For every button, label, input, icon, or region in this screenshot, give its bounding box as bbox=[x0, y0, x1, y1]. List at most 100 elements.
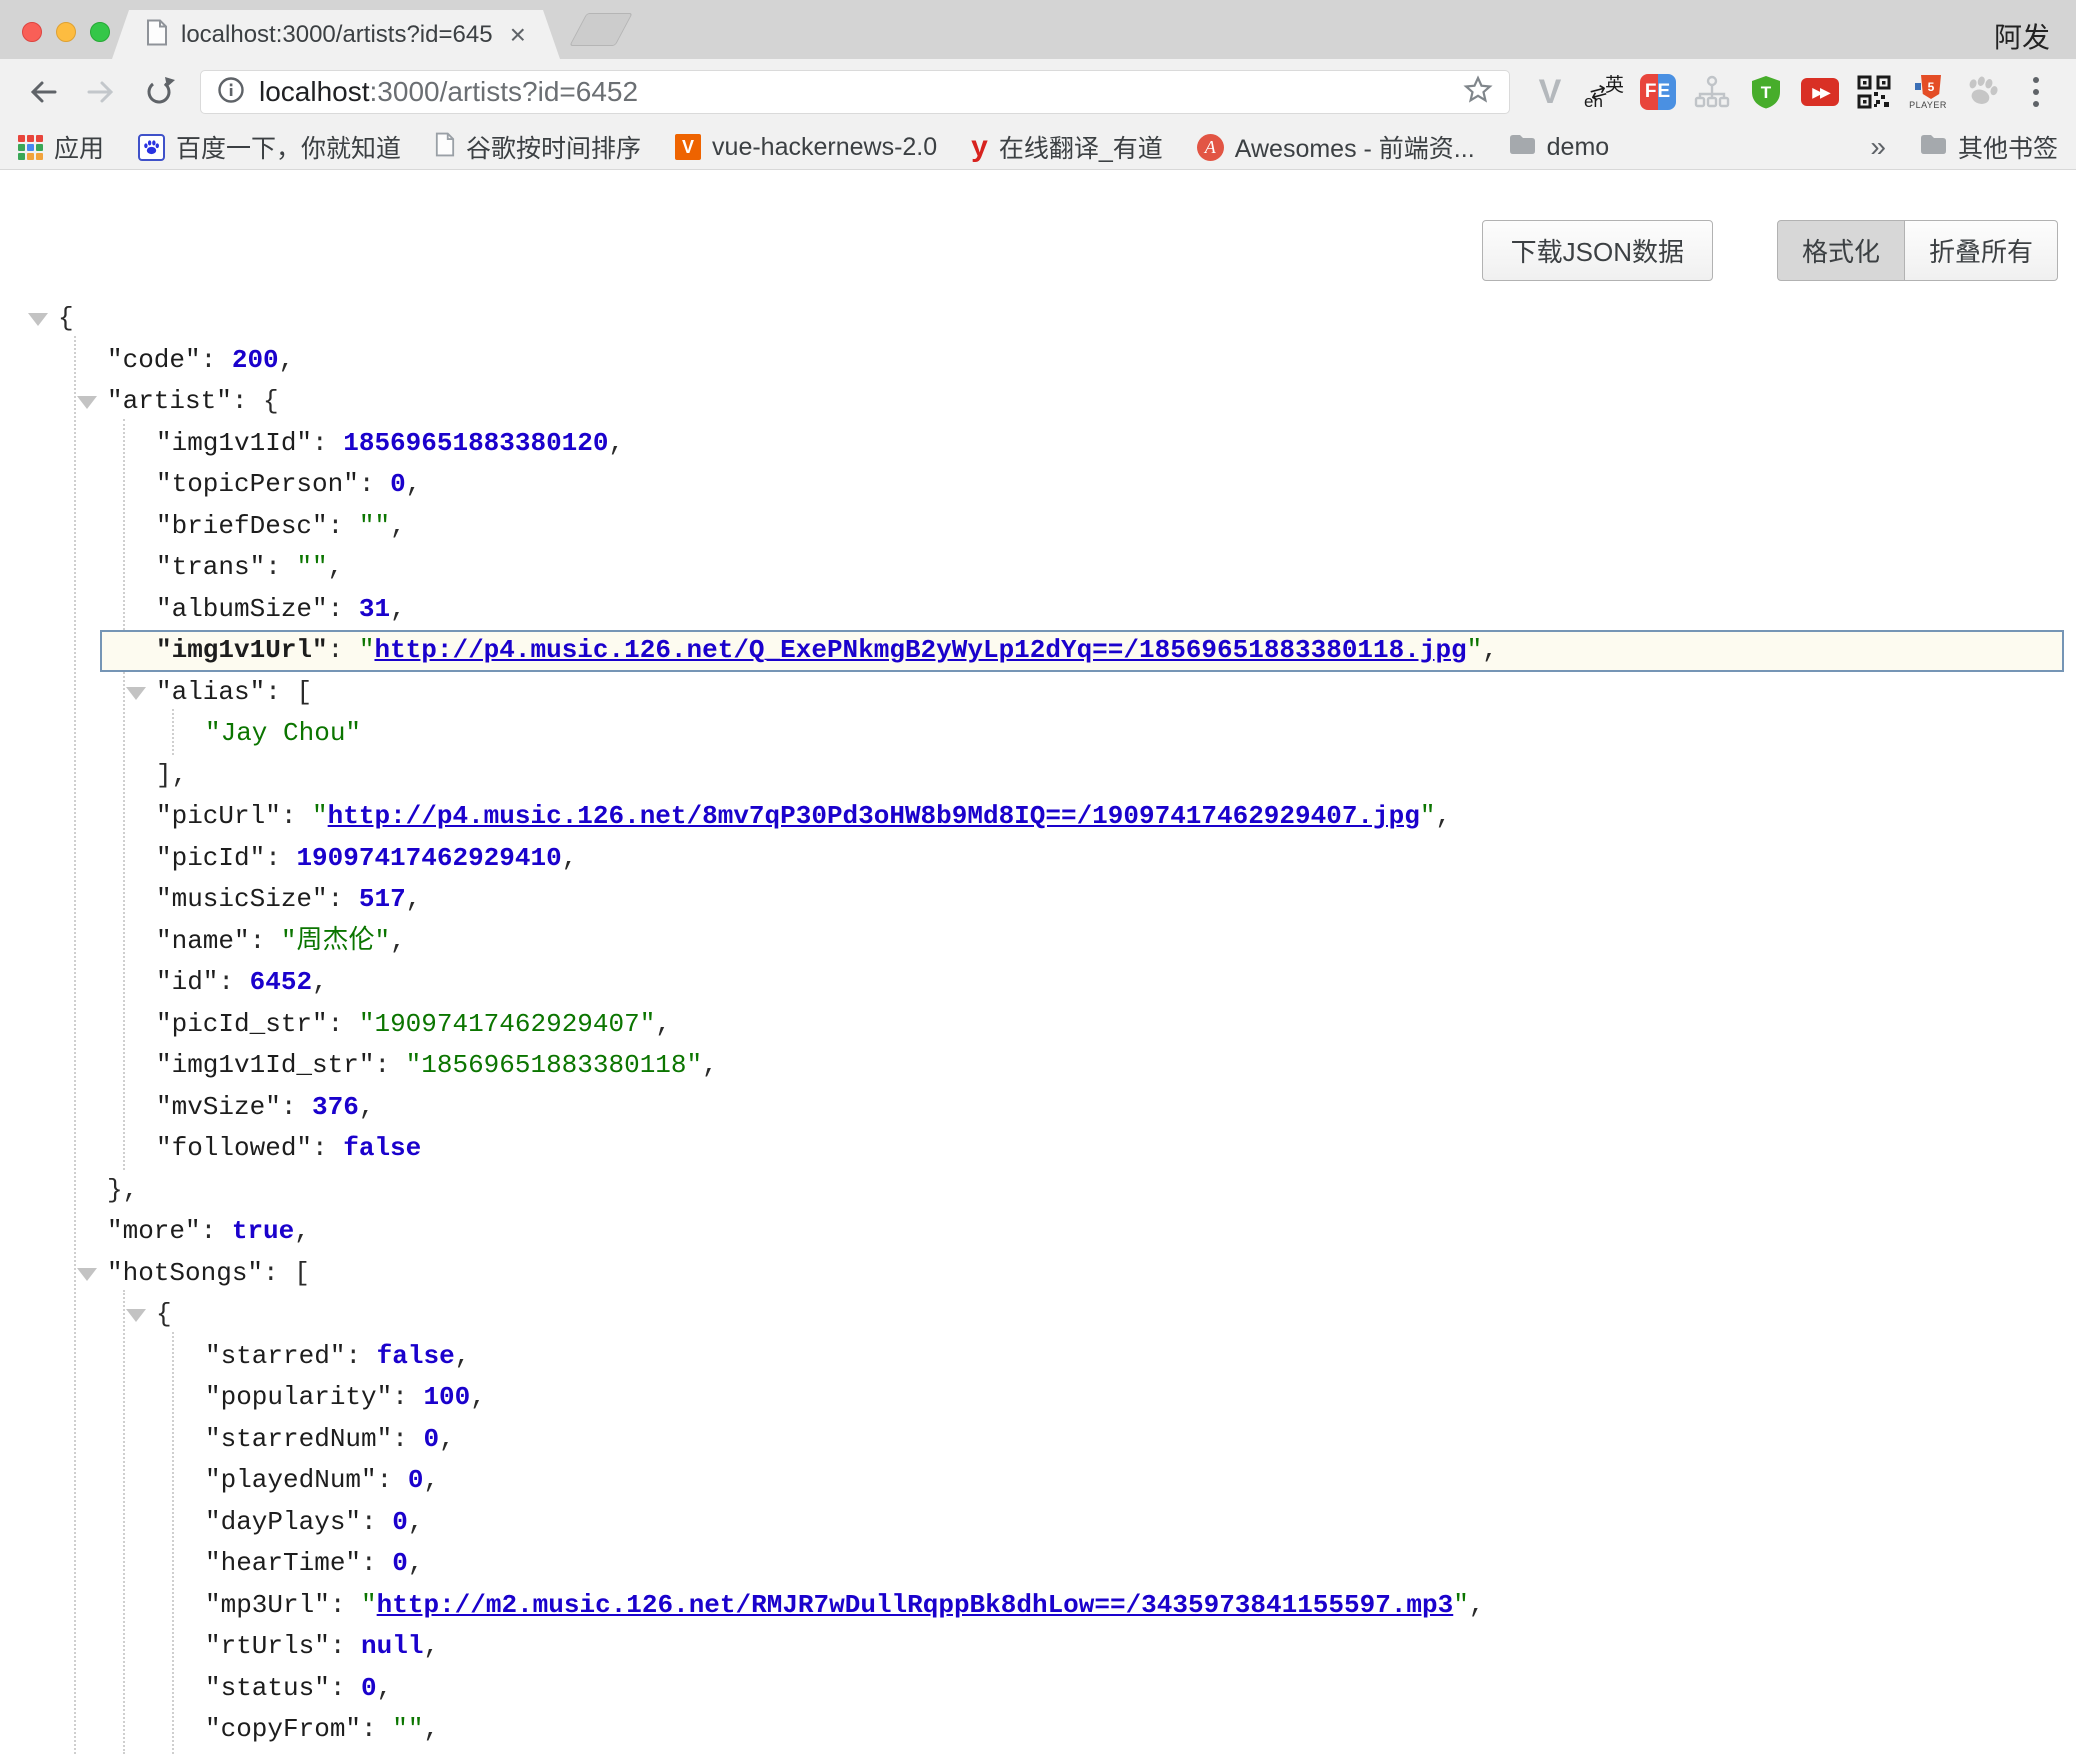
json-punc: , bbox=[406, 884, 422, 914]
reload-button[interactable] bbox=[134, 67, 184, 117]
json-key: "name" bbox=[156, 926, 250, 956]
collapse-triangle-icon[interactable] bbox=[28, 313, 48, 326]
json-row: "more": true, bbox=[0, 1211, 2076, 1253]
json-punc: , bbox=[702, 1050, 718, 1080]
json-punc: : bbox=[374, 1050, 405, 1080]
json-link-value[interactable]: http://m2.music.126.net/RMJR7wDullRqppBk… bbox=[377, 1590, 1454, 1620]
bookmarks-overflow-chevron[interactable]: » bbox=[1870, 131, 1886, 163]
json-key: "img1v1Id_str" bbox=[156, 1050, 374, 1080]
json-punc: : bbox=[312, 1133, 343, 1163]
json-row: "Jay Chou" bbox=[0, 713, 2076, 755]
bookmark-star-icon[interactable] bbox=[1463, 75, 1493, 110]
profile-name[interactable]: 阿发 bbox=[1994, 16, 2050, 56]
json-value: 376 bbox=[312, 1092, 359, 1122]
json-row: "starredNum": 0, bbox=[0, 1419, 2076, 1461]
json-key: "artist" bbox=[107, 386, 232, 416]
browser-tab[interactable]: localhost:3000/artists?id=645 × bbox=[112, 10, 560, 59]
json-punc: : bbox=[328, 635, 359, 665]
view-mode-segment: 格式化 折叠所有 bbox=[1777, 220, 2058, 281]
bookmarks-bar: 应用 百度一下，你就知道 谷歌按时间排序 V vue-hackernews-2.… bbox=[0, 125, 2076, 170]
bookmark-demo-folder[interactable]: demo bbox=[1509, 133, 1610, 162]
json-str: " bbox=[1420, 801, 1436, 831]
json-punc: : bbox=[359, 469, 390, 499]
forward-button[interactable] bbox=[76, 67, 126, 117]
json-row: "popularity": 100, bbox=[0, 1377, 2076, 1419]
format-button[interactable]: 格式化 bbox=[1777, 220, 1905, 281]
url-text[interactable]: localhost:3000/artists?id=6452 bbox=[259, 76, 1449, 108]
json-key: "code" bbox=[107, 345, 201, 375]
browser-menu-icon[interactable] bbox=[2014, 70, 2058, 114]
vue-devtools-icon[interactable]: V bbox=[1528, 70, 1572, 114]
json-punc: : bbox=[265, 677, 296, 707]
json-key: "mp3Url" bbox=[205, 1590, 330, 1620]
back-button[interactable] bbox=[18, 67, 68, 117]
folder-icon bbox=[1920, 134, 1947, 160]
json-punc: , bbox=[406, 469, 422, 499]
bookmark-youdao[interactable]: y 在线翻译_有道 bbox=[971, 129, 1163, 165]
json-row: "rtUrls": null, bbox=[0, 1626, 2076, 1668]
qr-code-icon[interactable] bbox=[1852, 70, 1896, 114]
json-value: "18569651883380118" bbox=[406, 1050, 702, 1080]
json-punc: : bbox=[312, 428, 343, 458]
collapse-triangle-icon[interactable] bbox=[126, 687, 146, 700]
json-value: "" bbox=[392, 1714, 423, 1744]
tampermonkey-icon[interactable]: T bbox=[1744, 70, 1788, 114]
translator-icon[interactable]: 英 en ⇄ bbox=[1582, 70, 1626, 114]
new-tab-button[interactable] bbox=[569, 13, 633, 46]
json-key: "followed" bbox=[156, 1133, 312, 1163]
fe-helper-icon[interactable]: FE bbox=[1636, 70, 1680, 114]
json-link-value[interactable]: http://p4.music.126.net/8mv7qP30Pd3oHW8b… bbox=[328, 801, 1420, 831]
other-bookmarks[interactable]: 其他书签 bbox=[1920, 129, 2058, 165]
collapse-all-button[interactable]: 折叠所有 bbox=[1905, 220, 2058, 281]
bookmark-vue-hackernews[interactable]: V vue-hackernews-2.0 bbox=[675, 133, 937, 162]
minimize-window-button[interactable] bbox=[56, 22, 76, 42]
bookmark-google-sort[interactable]: 谷歌按时间排序 bbox=[435, 129, 641, 165]
json-punc: { bbox=[156, 1299, 172, 1329]
collapse-triangle-icon[interactable] bbox=[77, 396, 97, 409]
json-row: "copyFrom": "", bbox=[0, 1709, 2076, 1751]
json-key: "topicPerson" bbox=[156, 469, 359, 499]
json-key: "picId" bbox=[156, 843, 265, 873]
sitemap-icon[interactable] bbox=[1690, 70, 1734, 114]
json-punc: , bbox=[423, 1465, 439, 1495]
json-row: "img1v1Id_str": "18569651883380118", bbox=[0, 1045, 2076, 1087]
browser-toolbar: localhost:3000/artists?id=6452 V 英 en ⇄ … bbox=[0, 59, 2076, 125]
close-window-button[interactable] bbox=[22, 22, 42, 42]
video-speed-icon[interactable]: ▶▶ bbox=[1798, 70, 1842, 114]
json-punc: , bbox=[390, 511, 406, 541]
json-link-value[interactable]: http://p4.music.126.net/Q_ExePNkmgB2yWyL… bbox=[374, 635, 1466, 665]
json-row: "artist": { bbox=[0, 381, 2076, 423]
json-key: "img1v1Id" bbox=[156, 428, 312, 458]
json-value: "" bbox=[359, 511, 390, 541]
json-punc: , bbox=[655, 1009, 671, 1039]
json-punc: : bbox=[281, 801, 312, 831]
tab-close-icon[interactable]: × bbox=[510, 21, 526, 49]
site-info-icon[interactable] bbox=[217, 76, 245, 109]
bookmark-awesomes[interactable]: A Awesomes - 前端资... bbox=[1197, 129, 1475, 165]
bookmark-baidu[interactable]: 百度一下，你就知道 bbox=[138, 129, 401, 165]
paw-icon[interactable] bbox=[1960, 70, 2004, 114]
url-field[interactable]: localhost:3000/artists?id=6452 bbox=[200, 70, 1510, 114]
download-json-button[interactable]: 下载JSON数据 bbox=[1482, 220, 1713, 281]
collapse-triangle-icon[interactable] bbox=[77, 1268, 97, 1281]
json-view-actions: 下载JSON数据 格式化 折叠所有 bbox=[1482, 220, 2058, 281]
html5-player-icon[interactable]: 5 PLAYER bbox=[1906, 70, 1950, 114]
json-punc: , bbox=[279, 345, 295, 375]
json-punc: : bbox=[330, 1590, 361, 1620]
fullscreen-window-button[interactable] bbox=[90, 22, 110, 42]
json-value: 6452 bbox=[250, 967, 312, 997]
json-punc: , bbox=[423, 1714, 439, 1744]
json-key: "albumSize" bbox=[156, 594, 328, 624]
json-key: "mvSize" bbox=[156, 1092, 281, 1122]
json-tree: {"code": 200,"artist": {"img1v1Id": 1856… bbox=[0, 170, 2076, 1754]
json-punc: , bbox=[1435, 801, 1451, 831]
json-row: "trans": "", bbox=[0, 547, 2076, 589]
bookmark-apps[interactable]: 应用 bbox=[18, 129, 104, 165]
page-content: 下载JSON数据 格式化 折叠所有 {"code": 200,"artist":… bbox=[0, 170, 2076, 1754]
json-punc: , bbox=[1482, 635, 1498, 665]
json-row: "code": 200, bbox=[0, 340, 2076, 382]
json-punc: , bbox=[439, 1424, 455, 1454]
collapse-triangle-icon[interactable] bbox=[126, 1309, 146, 1322]
json-row: "id": 6452, bbox=[0, 962, 2076, 1004]
json-key: "playedNum" bbox=[205, 1465, 377, 1495]
